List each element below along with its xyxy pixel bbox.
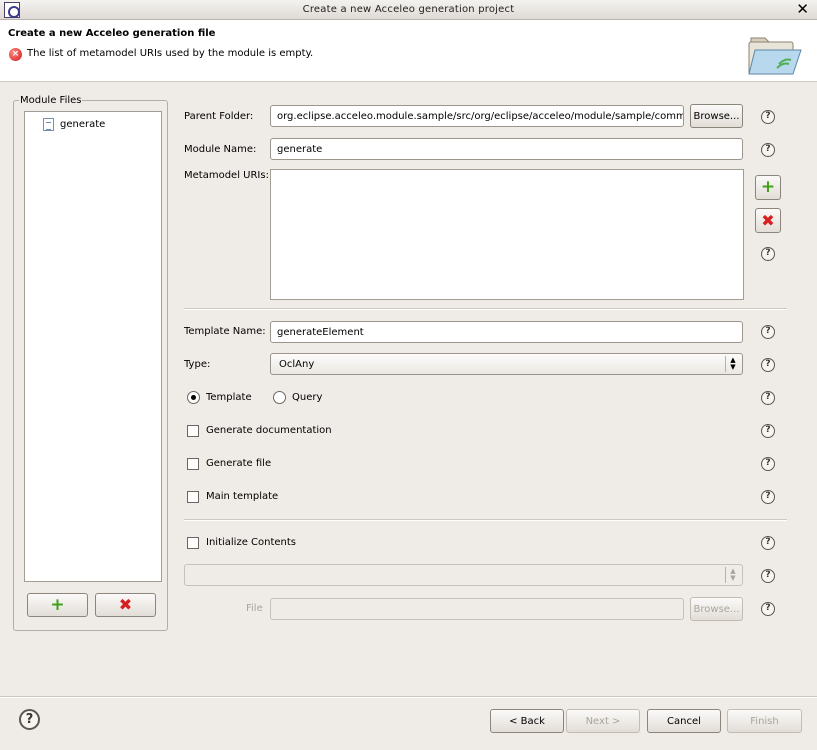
initialize-contents-select[interactable]: ▲ ▼	[184, 564, 743, 586]
generate-file-checkbox[interactable]	[187, 458, 199, 470]
module-files-legend: Module Files	[19, 95, 83, 106]
type-label: Type:	[184, 359, 211, 370]
help-icon[interactable]: ?	[761, 536, 775, 550]
cancel-button[interactable]: Cancel	[647, 709, 721, 733]
template-name-label: Template Name:	[184, 326, 266, 337]
file-field[interactable]	[270, 598, 684, 620]
template-radio[interactable]	[187, 391, 200, 404]
list-item[interactable]: generate	[43, 117, 105, 131]
module-files-group: Module Files generate + ✖	[13, 95, 168, 631]
chevron-up-down-icon: ▲ ▼	[725, 356, 740, 372]
help-icon[interactable]: ?	[761, 424, 775, 438]
window-title: Create a new Acceleo generation project	[302, 4, 515, 15]
help-icon[interactable]: ?	[761, 569, 775, 583]
template-radio-label: Template	[206, 392, 252, 403]
help-icon[interactable]: ?	[761, 325, 775, 339]
type-select-value: OclAny	[279, 358, 315, 370]
initialize-contents-label: Initialize Contents	[206, 537, 297, 548]
browse-file-button[interactable]: Browse...	[690, 597, 743, 621]
help-icon[interactable]: ?	[761, 490, 775, 504]
module-files-list[interactable]: generate	[24, 111, 162, 582]
help-icon[interactable]: ?	[19, 709, 40, 730]
folder-wizard-icon	[748, 37, 802, 75]
type-select[interactable]: OclAny ▲ ▼	[270, 353, 743, 375]
query-radio[interactable]	[273, 391, 286, 404]
help-icon[interactable]: ?	[761, 391, 775, 405]
initialize-contents-checkbox[interactable]	[187, 537, 199, 549]
help-icon[interactable]: ?	[761, 358, 775, 372]
error-icon: ×	[9, 48, 22, 61]
error-message: The list of metamodel URIs used by the m…	[27, 48, 314, 59]
parent-folder-field[interactable]: org.eclipse.acceleo.module.sample/src/or…	[270, 105, 684, 127]
plus-icon: +	[50, 594, 65, 615]
add-module-file-button[interactable]: +	[27, 593, 88, 617]
wizard-heading: Create a new Acceleo generation file	[8, 28, 216, 39]
separator	[184, 519, 787, 521]
generate-documentation-label: Generate documentation	[206, 425, 332, 436]
module-name-label: Module Name:	[184, 144, 257, 155]
metamodel-uris-list[interactable]	[270, 169, 744, 300]
generate-file-label: Generate file	[206, 458, 272, 469]
wizard-banner: Create a new Acceleo generation file × T…	[0, 20, 817, 82]
window-titlebar: Create a new Acceleo generation project …	[0, 0, 817, 20]
remove-icon: ✖	[118, 595, 133, 614]
browse-parent-folder-button[interactable]: Browse...	[690, 104, 743, 128]
next-button[interactable]: Next >	[566, 709, 640, 733]
module-name-field[interactable]: generate	[270, 138, 743, 160]
plus-icon: +	[760, 177, 776, 197]
template-name-field[interactable]: generateElement	[270, 321, 743, 343]
file-label: File	[246, 603, 263, 614]
finish-button[interactable]: Finish	[727, 709, 802, 733]
query-radio-label: Query	[292, 392, 323, 403]
help-icon[interactable]: ?	[761, 247, 775, 261]
help-icon[interactable]: ?	[761, 457, 775, 471]
parent-folder-label: Parent Folder:	[184, 111, 254, 122]
back-button[interactable]: < Back	[490, 709, 564, 733]
file-icon	[43, 117, 54, 131]
main-template-label: Main template	[206, 491, 279, 502]
remove-icon: ✖	[761, 210, 775, 230]
remove-module-file-button[interactable]: ✖	[95, 593, 156, 617]
main-template-checkbox[interactable]	[187, 491, 199, 503]
separator	[184, 308, 787, 310]
chevron-up-down-icon: ▲ ▼	[725, 567, 740, 583]
help-icon[interactable]: ?	[761, 143, 775, 157]
separator	[0, 696, 817, 698]
help-icon[interactable]: ?	[761, 110, 775, 124]
generate-documentation-checkbox[interactable]	[187, 425, 199, 437]
remove-metamodel-uri-button[interactable]: ✖	[755, 208, 781, 233]
add-metamodel-uri-button[interactable]: +	[755, 175, 781, 200]
close-window-icon[interactable]: ✕	[796, 1, 809, 17]
help-icon[interactable]: ?	[761, 602, 775, 616]
list-item-label: generate	[60, 118, 106, 130]
metamodel-uris-label: Metamodel URIs:	[184, 170, 269, 181]
